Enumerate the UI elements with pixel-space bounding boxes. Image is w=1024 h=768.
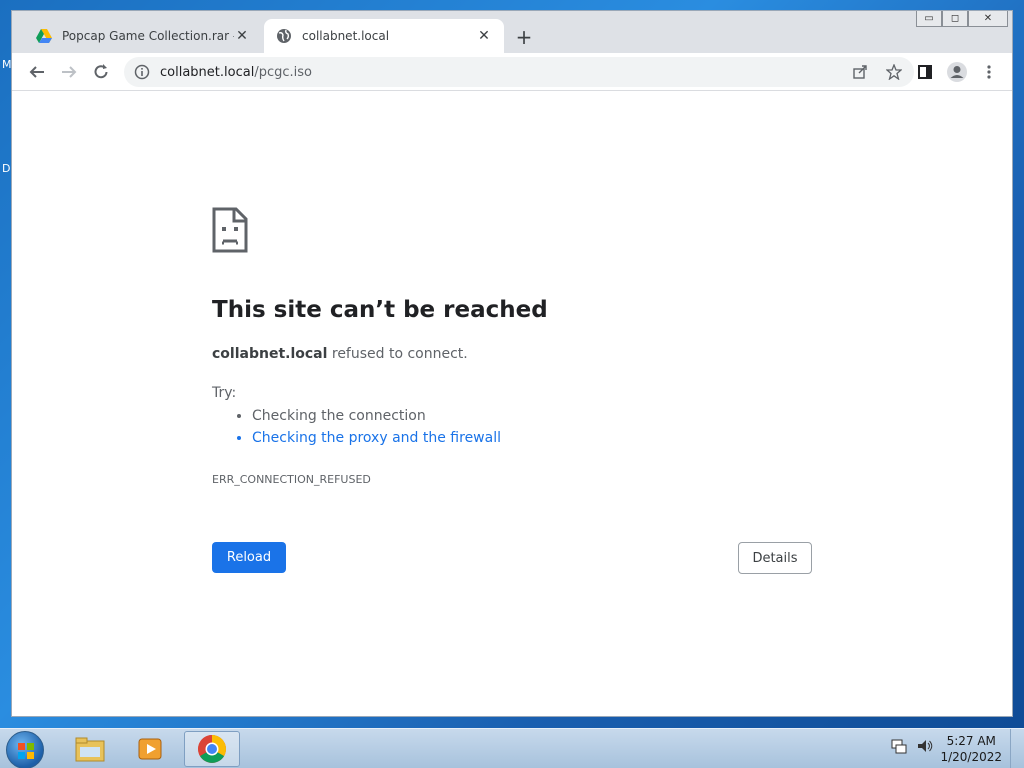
folder-icon: [75, 737, 105, 762]
taskbar: 5:27 AM 1/20/2022: [0, 728, 1024, 768]
profile-button[interactable]: [944, 59, 970, 85]
details-button[interactable]: Details: [738, 542, 812, 574]
globe-icon: [277, 29, 291, 43]
page-content: This site can’t be reached collabnet.loc…: [12, 92, 1012, 716]
share-icon[interactable]: [850, 62, 870, 82]
tab-strip: Popcap Game Collection.rar - Goo ✕ colla…: [12, 11, 1012, 53]
profile-icon: [947, 62, 967, 82]
minimize-button[interactable]: ▭: [916, 11, 942, 27]
tab-title: collabnet.local: [302, 29, 390, 43]
network-icon[interactable]: [890, 737, 908, 755]
back-button[interactable]: [24, 59, 50, 85]
suggestion-check-connection: Checking the connection: [252, 408, 501, 424]
google-drive-icon: [36, 29, 52, 43]
forward-arrow-icon: [62, 66, 77, 78]
error-title: This site can’t be reached: [212, 297, 548, 323]
error-host: collabnet.local: [212, 346, 328, 362]
taskbar-media-player[interactable]: [122, 731, 178, 767]
info-icon[interactable]: [134, 64, 150, 80]
refresh-icon: [94, 64, 108, 79]
suggestion-list: Checking the connection Checking the pro…: [252, 408, 501, 452]
new-tab-button[interactable]: +: [512, 25, 536, 49]
side-panel-icon: [918, 65, 932, 79]
reload-button[interactable]: Reload: [212, 542, 286, 573]
url-path: /pcgc.iso: [254, 64, 312, 80]
back-arrow-icon: [29, 66, 44, 78]
window-controls: ▭ ◻ ✕: [916, 11, 1008, 27]
reload-toolbar-button[interactable]: [88, 59, 114, 85]
close-tab-icon[interactable]: ✕: [476, 28, 492, 44]
url-text[interactable]: collabnet.local/pcgc.iso: [160, 65, 312, 80]
menu-button[interactable]: [976, 59, 1002, 85]
show-desktop-button[interactable]: [1010, 729, 1024, 768]
taskbar-explorer[interactable]: [62, 731, 118, 767]
desktop-edge-text: D: [2, 162, 11, 175]
tab-collabnet[interactable]: collabnet.local ✕: [264, 19, 504, 53]
address-bar[interactable]: collabnet.local/pcgc.iso: [124, 57, 914, 87]
media-player-icon: [138, 738, 162, 760]
chrome-icon: [198, 735, 226, 763]
taskbar-clock[interactable]: 5:27 AM 1/20/2022: [940, 733, 1002, 765]
sad-document-icon: [212, 207, 248, 253]
url-host: collabnet.local: [160, 64, 255, 80]
clock-time: 5:27 AM: [946, 734, 996, 748]
clock-date: 1/20/2022: [940, 750, 1002, 764]
error-message-suffix: refused to connect.: [327, 346, 468, 362]
maximize-button[interactable]: ◻: [942, 11, 968, 27]
error-code: ERR_CONNECTION_REFUSED: [212, 473, 371, 486]
error-message: collabnet.local refused to connect.: [212, 346, 468, 362]
browser-window: Popcap Game Collection.rar - Goo ✕ colla…: [11, 10, 1013, 717]
suggestion-proxy-firewall-link[interactable]: Checking the proxy and the firewall: [252, 430, 501, 446]
windows-logo-icon: [18, 743, 34, 759]
close-window-button[interactable]: ✕: [968, 11, 1008, 27]
bookmark-star-icon[interactable]: [884, 62, 904, 82]
system-tray: [890, 737, 934, 755]
close-tab-icon[interactable]: ✕: [234, 28, 250, 44]
side-panel-button[interactable]: [912, 59, 938, 85]
browser-toolbar: collabnet.local/pcgc.iso: [12, 53, 1012, 91]
try-label: Try:: [212, 385, 237, 401]
kebab-menu-icon: [987, 65, 991, 79]
taskbar-chrome[interactable]: [184, 731, 240, 767]
tab-popcap[interactable]: Popcap Game Collection.rar - Goo ✕: [24, 19, 262, 53]
volume-icon[interactable]: [916, 737, 934, 755]
tab-title: Popcap Game Collection.rar - Goo: [62, 29, 234, 43]
omnibox-actions: [850, 62, 904, 82]
forward-button[interactable]: [56, 59, 82, 85]
start-button[interactable]: [6, 731, 44, 768]
